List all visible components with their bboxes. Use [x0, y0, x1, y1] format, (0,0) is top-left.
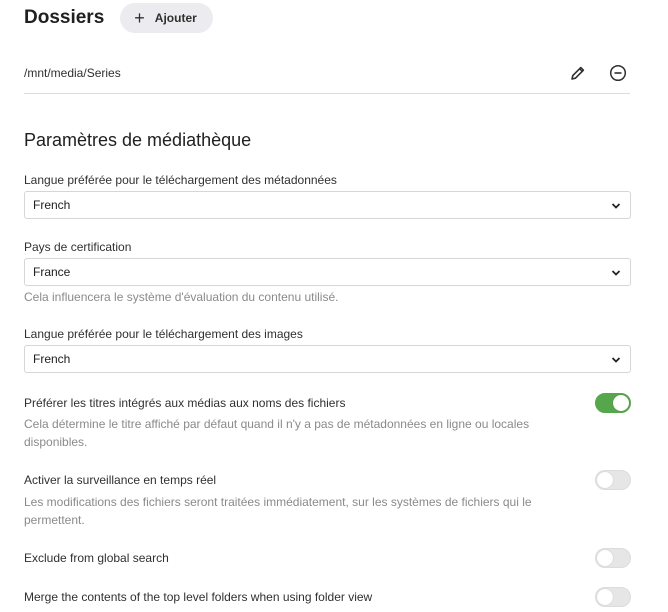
certification-country-help: Cela influencera le système d'évaluation… — [24, 290, 339, 304]
prefer-embedded-titles-help-1: Cela détermine le titre affiché par défa… — [24, 417, 530, 431]
folder-path: /mnt/media/Series — [24, 65, 121, 80]
folders-title: Dossiers — [24, 7, 105, 28]
toggle-knob — [597, 589, 613, 605]
metadata-language-select[interactable]: French — [24, 191, 631, 219]
folder-row: /mnt/media/Series — [24, 52, 630, 94]
metadata-language-value: French — [33, 198, 71, 212]
metadata-language-label: Langue préférée pour le téléchargement d… — [24, 173, 337, 187]
library-settings-page: Dossiers + Ajouter /mnt/media/Series Par… — [0, 0, 668, 612]
remove-folder-button[interactable] — [606, 61, 630, 85]
certification-country-value: France — [33, 265, 71, 279]
exclude-global-search-toggle[interactable] — [595, 548, 631, 568]
folders-header: Dossiers + Ajouter — [24, 3, 213, 33]
chevron-down-icon — [611, 357, 621, 363]
chevron-down-icon — [611, 270, 621, 276]
remove-circle-icon — [609, 64, 627, 81]
exclude-global-search-label: Exclude from global search — [24, 551, 169, 565]
prefer-embedded-titles-toggle[interactable] — [595, 393, 631, 413]
certification-country-label: Pays de certification — [24, 240, 132, 254]
realtime-monitoring-help-2: permettent. — [24, 513, 85, 527]
realtime-monitoring-toggle[interactable] — [595, 470, 631, 490]
plus-icon: + — [134, 8, 145, 28]
add-folder-button[interactable]: + Ajouter — [120, 3, 213, 33]
toggle-knob — [597, 472, 613, 488]
toggle-knob — [597, 550, 613, 566]
realtime-monitoring-label: Activer la surveillance en temps réel — [24, 473, 217, 487]
add-folder-label: Ajouter — [154, 11, 197, 25]
library-settings-title: Paramètres de médiathèque — [24, 130, 252, 150]
chevron-down-icon — [611, 203, 621, 209]
realtime-monitoring-help-1: Les modifications des fichiers seront tr… — [24, 495, 532, 509]
image-language-select[interactable]: French — [24, 345, 631, 373]
prefer-embedded-titles-label: Préférer les titres intégrés aux médias … — [24, 396, 346, 410]
image-language-label: Langue préférée pour le téléchargement d… — [24, 327, 303, 341]
toggle-knob — [613, 395, 629, 411]
prefer-embedded-titles-help-2: disponibles. — [24, 435, 88, 449]
certification-country-select[interactable]: France — [24, 258, 631, 286]
merge-top-level-folders-label: Merge the contents of the top level fold… — [24, 590, 373, 604]
pencil-icon — [571, 66, 585, 80]
merge-top-level-folders-toggle[interactable] — [595, 587, 631, 607]
edit-folder-button[interactable] — [566, 61, 590, 85]
image-language-value: French — [33, 352, 71, 366]
